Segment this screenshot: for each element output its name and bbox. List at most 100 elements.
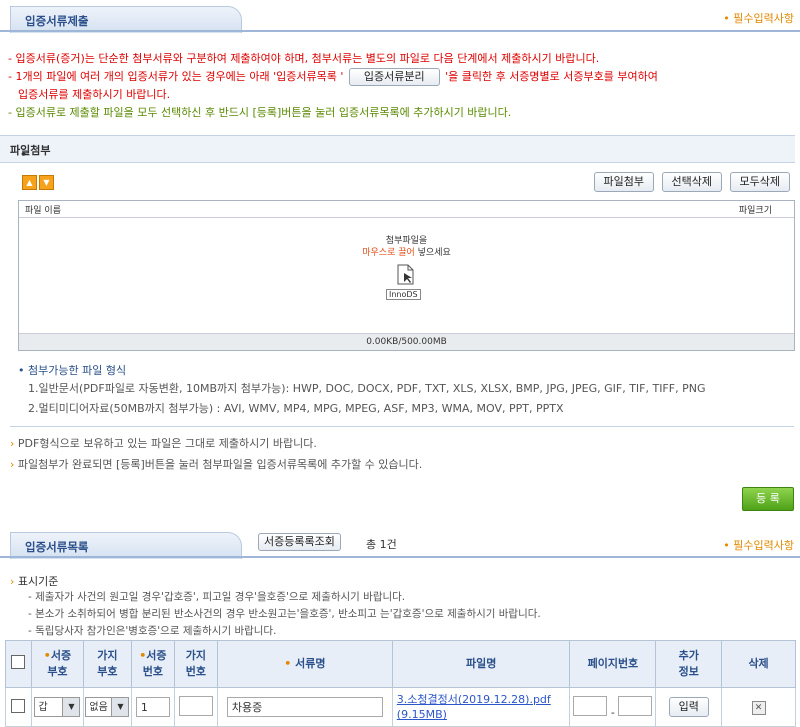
drop-hint-rest: 넣으세요	[414, 248, 451, 258]
move-down-icon[interactable]: ▼	[39, 175, 54, 190]
header-delete: 삭제	[721, 640, 796, 688]
formats-line-1: 1.일반문서(PDF파일로 자동변환, 10MB까지 첨부가능): HWP, D…	[28, 382, 706, 395]
drop-hint-line-1: 첨부파일을	[385, 236, 428, 246]
chevron-right-icon: ›	[10, 437, 15, 450]
header-seo-code-2: 부호	[47, 665, 68, 678]
attach-file-button[interactable]: 파일첨부	[593, 172, 655, 192]
criteria-line-3: - 독립당사자 참가인은'병호증'으로 제출하시기 바랍니다.	[28, 625, 277, 637]
tip-2-text: 파일첨부가 완료되면 [등록]버튼을 눌러 첨부파일을 입증서류목록에 추가할 …	[17, 458, 423, 471]
file-drop-area[interactable]: 파일 이름 파일크기 첨부파일을 마우스로 끌어 넣으세요 InnoDS 0.0…	[18, 200, 795, 351]
doc-name-cell: 차용증	[216, 687, 393, 727]
file-name-cell: 3.소청결정서(2019.12.28).pdf (9.15MB)	[391, 687, 571, 727]
notice-line-2-post: '을 클릭한 후 서증명별로 서증부호를 부여하여	[445, 70, 658, 83]
select-all-header	[5, 640, 32, 688]
col-filename: 파일 이름	[25, 206, 61, 216]
notice-line-2-pre: - 1개의 파일에 여러 개의 입증서류가 있는 경우에는 아래 '입증서류목록…	[8, 70, 344, 83]
branch-code-value: 없음	[89, 702, 108, 713]
file-list-header: 파일 이름 파일크기	[19, 201, 794, 218]
drag-file-icon	[394, 263, 418, 290]
required-note: • 필수입력사항	[723, 539, 794, 552]
page-separator: -	[610, 705, 615, 719]
split-button[interactable]: 입증서류분리	[348, 68, 440, 86]
select-all-checkbox[interactable]	[11, 654, 26, 669]
notice-line-3: 입증서류를 제출하시기 바랍니다.	[18, 88, 171, 101]
drop-hint: 첨부파일을 마우스로 끌어 넣으세요	[19, 235, 794, 259]
header-seo-code: •서증 부호	[30, 640, 84, 688]
divider	[0, 30, 800, 32]
header-branch-code-2: 부호	[97, 665, 118, 678]
header-branch-code: 가지부호	[82, 640, 132, 688]
branch-no-cell	[173, 687, 218, 727]
drop-hint-highlight: 마우스로 끌어	[362, 248, 415, 258]
list-tab: 입증서류목록	[10, 532, 242, 559]
header-branch-no-2: 번호	[185, 665, 206, 678]
header-extra: 추가정보	[655, 640, 723, 688]
criteria-line-2: - 본소가 소취하되어 병합 분리된 반소사건의 경우 반소원고는'을호증', …	[28, 608, 541, 620]
list-tab-bar: 입증서류목록	[0, 532, 800, 559]
submit-tab-title: 입증서류제출	[25, 14, 89, 28]
chevron-down-icon: ▼	[62, 698, 80, 716]
header-doc-name: • 서류명	[216, 640, 393, 688]
seo-code-value: 갑	[38, 702, 48, 713]
header-branch-no: 가지번호	[173, 640, 218, 688]
header-seo-no: •서증 번호	[130, 640, 175, 688]
header-branch-no-1: 가지	[185, 649, 206, 662]
doc-name-input[interactable]: 차용증	[226, 697, 383, 717]
divider	[0, 556, 800, 558]
move-up-icon[interactable]: ▲	[22, 175, 37, 190]
row-checkbox[interactable]	[11, 698, 26, 713]
attach-toolbar: 파일첨부 선택삭제 모두삭제	[593, 172, 790, 192]
formats-title: 첨부가능한 파일 형식	[28, 364, 127, 377]
tip-2: › 파일첨부가 완료되면 [등록]버튼을 눌러 첨부파일을 입증서류목록에 추가…	[10, 456, 422, 472]
close-icon[interactable]: ✕	[751, 700, 766, 715]
page-from-input[interactable]	[573, 695, 608, 716]
chevron-right-icon: ›	[10, 575, 15, 588]
seo-code-cell: 갑 ▼	[30, 687, 84, 727]
header-doc-name-text: 서류명	[295, 657, 326, 670]
delete-cell: ✕	[721, 687, 796, 727]
notice-line-1: - 입증서류(증거)는 단순한 첨부서류와 구분하여 제출하여야 하며, 첨부서…	[8, 52, 600, 65]
formats-title-row: • 첨부가능한 파일 형식	[18, 362, 126, 378]
criteria-line-1: - 제출자가 사건의 원고일 경우'갑호증', 피고일 경우'을호증'으로 제출…	[28, 591, 406, 603]
table-header-row: •서증 부호 가지 부호 •서증 번호 가지 번호 • 서류명 파일명 페이지번호 추가…	[5, 640, 796, 688]
criteria-title: 표시기준	[17, 575, 59, 588]
col-filesize: 파일크기	[738, 206, 772, 216]
divider	[10, 426, 794, 427]
evidence-table: •서증 부호 가지 부호 •서증 번호 가지 번호 • 서류명 파일명 페이지번호 추가…	[5, 640, 796, 727]
seo-code-select[interactable]: 갑 ▼	[34, 697, 81, 717]
chevron-down-icon: ▼	[111, 698, 129, 716]
drop-hint-line-2: 마우스로 끌어 넣으세요	[19, 247, 794, 259]
extra-input-button[interactable]: 입력	[668, 697, 709, 717]
attach-section-bar: • 파일첨부	[0, 135, 795, 163]
submit-tab-bar: 입증서류제출	[0, 6, 800, 33]
extra-cell: 입력	[655, 687, 723, 727]
branch-code-select[interactable]: 없음 ▼	[85, 697, 130, 717]
total-count: 총 1건	[366, 538, 397, 551]
innods-logo: InnoDS	[386, 289, 421, 300]
notice-line-2: - 1개의 파일에 여러 개의 입증서류가 있는 경우에는 아래 '입증서류목록…	[8, 68, 658, 86]
register-button[interactable]: 등 록	[742, 487, 794, 511]
header-extra-1: 추가	[678, 649, 699, 662]
bullet-icon: •	[18, 364, 25, 377]
star-icon: •	[20, 148, 28, 161]
submit-tab: 입증서류제출	[10, 6, 242, 33]
header-seo-no-2: 번호	[142, 665, 164, 678]
branch-no-input[interactable]	[178, 695, 213, 716]
header-branch-code-1: 가지	[97, 649, 118, 662]
branch-code-cell: 없음 ▼	[82, 687, 132, 727]
seo-no-input[interactable]: 1	[135, 697, 170, 717]
criteria-title-row: › 표시기준	[10, 573, 58, 589]
formats-line-2: 2.멀티미디어자료(50MB까지 첨부가능) : AVI, WMV, MP4, …	[28, 402, 564, 415]
delete-all-button[interactable]: 모두삭제	[729, 172, 790, 192]
notice-line-4: - 입증서류로 제출할 파일을 모두 선택하신 후 반드시 [등록]버튼을 눌러…	[8, 106, 512, 119]
chevron-right-icon: ›	[10, 458, 15, 471]
delete-selected-button[interactable]: 선택삭제	[661, 172, 723, 192]
header-page-no: 페이지번호	[569, 640, 657, 688]
file-link[interactable]: 3.소청결정서(2019.12.28).pdf	[397, 693, 551, 706]
file-size-link[interactable]: (9.15MB)	[397, 708, 447, 721]
table-row: 갑 ▼ 없음 ▼ 1 차용증 3.소청결정서(2019.12.28).pdf (9.…	[5, 687, 796, 727]
page-to-input[interactable]	[618, 695, 653, 716]
header-seo-code-1: 서증	[50, 649, 72, 662]
lookup-button[interactable]: 서증등록록조회	[258, 533, 341, 551]
header-extra-2: 정보	[678, 665, 699, 678]
